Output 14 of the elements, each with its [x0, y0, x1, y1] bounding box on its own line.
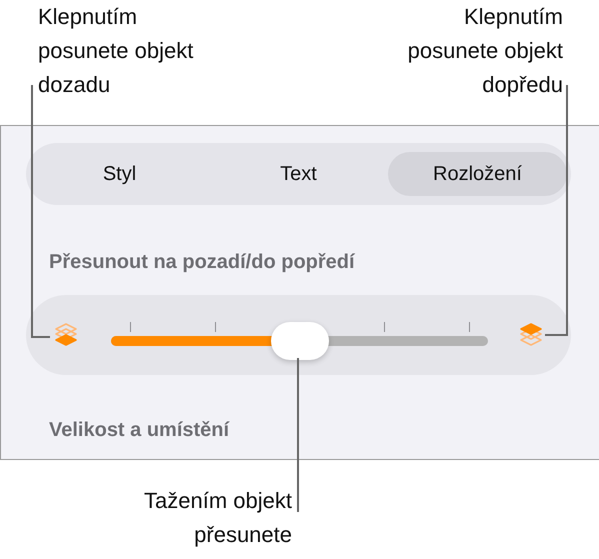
slider-tick	[384, 322, 386, 332]
tab[interactable]: Text	[209, 152, 388, 196]
slider[interactable]	[111, 322, 488, 360]
slider-tick	[214, 322, 216, 332]
section-heading: Velikost a umístění	[49, 418, 230, 443]
callout-text: Klepnutím posunete objekt dozadu	[38, 3, 194, 99]
slider-tick	[469, 322, 470, 332]
callout-text: Klepnutím posunete objekt dopředu	[408, 3, 563, 99]
slider-tick	[130, 322, 131, 332]
tab[interactable]: Rozložení	[388, 152, 567, 196]
tab[interactable]: Styl	[30, 152, 209, 196]
slider-thumb[interactable]	[270, 322, 328, 360]
callout-text: Tažením objekt přesunete	[144, 487, 292, 549]
section-heading: Přesunout na pozadí/do popředí	[49, 250, 356, 275]
